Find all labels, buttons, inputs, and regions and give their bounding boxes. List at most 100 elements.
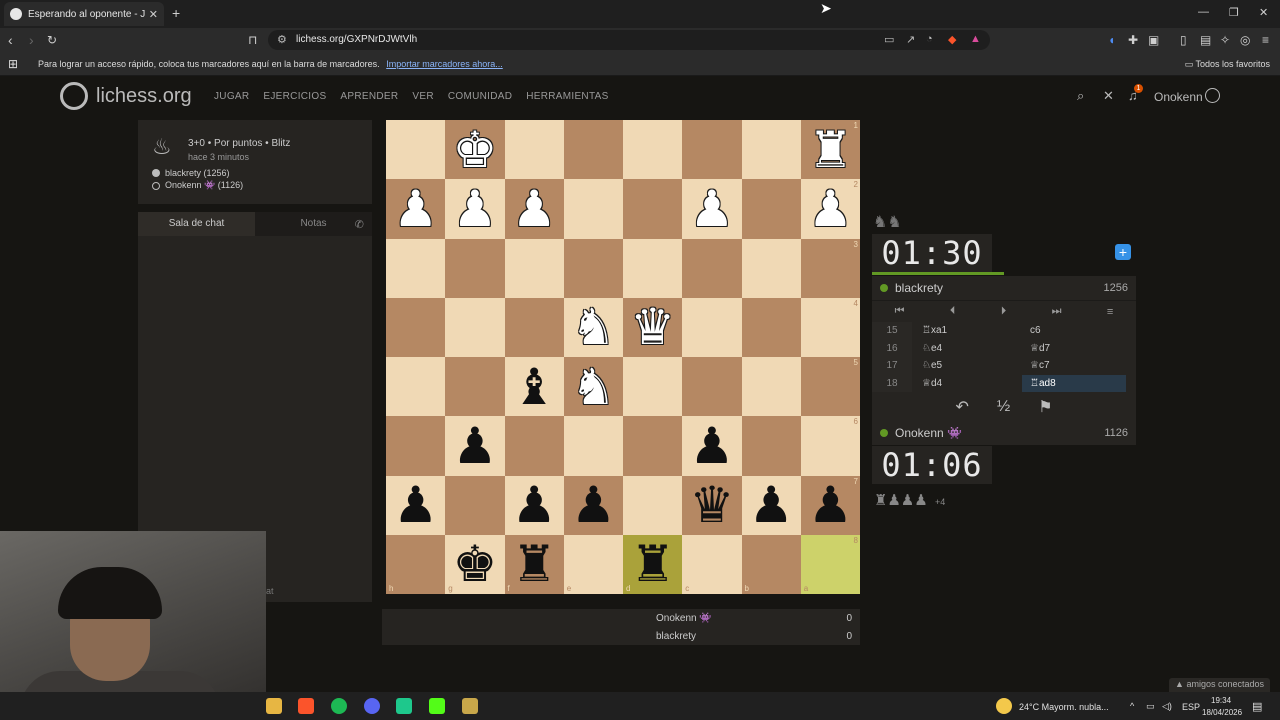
chat-input-hint[interactable]: at — [266, 586, 274, 596]
league-icon[interactable] — [462, 698, 478, 714]
board-square[interactable]: ♚ — [445, 120, 505, 180]
board-square[interactable]: b — [741, 534, 801, 594]
board-square[interactable] — [623, 357, 683, 417]
board-square[interactable]: 4 — [800, 297, 860, 357]
user-avatar-icon[interactable] — [1205, 88, 1220, 103]
board-square[interactable]: ♞ — [563, 297, 623, 357]
puzzle-icon[interactable]: ✚ — [1128, 33, 1138, 47]
reload-icon[interactable]: ↻ — [47, 33, 57, 47]
move-white[interactable]: ♖xa1 — [912, 325, 1022, 336]
nav-tools[interactable]: HERRAMIENTAS — [526, 91, 608, 102]
white-king-icon[interactable]: ♚ — [452, 125, 497, 175]
board-square[interactable]: ♟ — [741, 475, 801, 535]
board-square[interactable] — [623, 238, 683, 298]
board-square[interactable] — [386, 416, 446, 476]
forward-icon[interactable]: › — [29, 32, 34, 48]
new-tab-button[interactable]: + — [172, 5, 180, 21]
close-window-icon[interactable]: ✕ — [1259, 6, 1268, 19]
board-square[interactable]: ♟ — [386, 179, 446, 239]
x-icon[interactable]: ✕ — [1103, 88, 1114, 104]
board-square[interactable] — [623, 416, 683, 476]
black-queen-icon[interactable]: ♛ — [689, 480, 734, 530]
opponent-name[interactable]: blackrety — [895, 281, 943, 295]
white-pawn-icon[interactable]: ♟ — [808, 184, 853, 234]
black-bishop-icon[interactable]: ♝ — [512, 362, 557, 412]
board-square[interactable]: ♜ d — [623, 534, 683, 594]
move-black[interactable]: ♕c7 — [1022, 357, 1126, 375]
brave-rewards-icon[interactable]: ▲ — [970, 33, 981, 45]
weather-icon[interactable] — [996, 698, 1012, 714]
volume-icon[interactable]: ◁) — [1162, 701, 1172, 712]
discord-icon[interactable] — [364, 698, 380, 714]
leo-icon[interactable]: ✧ — [1220, 33, 1230, 47]
file-explorer-icon[interactable] — [266, 698, 282, 714]
my-name[interactable]: Onokenn 👾 — [895, 426, 962, 440]
tab-chat-room[interactable]: Sala de chat — [138, 212, 255, 236]
board-square[interactable] — [445, 297, 505, 357]
board-square[interactable]: ♟ — [504, 475, 564, 535]
black-rook-icon[interactable]: ♜ — [630, 539, 675, 589]
board-square[interactable] — [563, 238, 623, 298]
board-square[interactable]: ♟ 2 — [800, 179, 860, 239]
nav-play[interactable]: JUGAR — [214, 91, 249, 102]
share-icon[interactable]: ↗ — [906, 33, 915, 46]
app-icon[interactable] — [396, 698, 412, 714]
username[interactable]: Onokenn — [1154, 90, 1203, 104]
board-square[interactable] — [741, 238, 801, 298]
board-square[interactable] — [741, 416, 801, 476]
black-pawn-icon[interactable]: ♟ — [393, 480, 438, 530]
board-square[interactable] — [504, 120, 564, 180]
extension-icon[interactable]: ◖ — [1108, 33, 1115, 47]
back-icon[interactable]: ‹ — [8, 32, 13, 48]
voice-chat-icon[interactable]: ✆ — [355, 218, 364, 231]
menu-icon[interactable]: ≡ — [1262, 33, 1269, 47]
spotify-icon[interactable] — [331, 698, 347, 714]
move-black[interactable]: c6 — [1022, 322, 1126, 340]
board-square[interactable] — [445, 475, 505, 535]
board-square[interactable] — [682, 357, 742, 417]
board-square[interactable]: ♟ — [504, 179, 564, 239]
game-player-black[interactable]: blackrety (1256) — [152, 168, 230, 178]
board-square[interactable]: 6 — [800, 416, 860, 476]
brave-browser-icon[interactable] — [298, 698, 314, 714]
offer-draw-icon[interactable]: ½ — [997, 398, 1010, 416]
all-favorites-button[interactable]: ▭ Todos los favoritos — [1185, 59, 1270, 70]
first-move-icon[interactable]: ⏮ — [895, 305, 905, 318]
move-white[interactable]: ♘e4 — [912, 343, 1022, 354]
site-logo[interactable]: lichess.org — [60, 82, 192, 110]
board-square[interactable] — [563, 120, 623, 180]
board-square[interactable] — [682, 238, 742, 298]
black-pawn-icon[interactable]: ♟ — [452, 421, 497, 471]
board-square[interactable]: ♟ — [563, 475, 623, 535]
board-square[interactable] — [623, 179, 683, 239]
apps-grid-icon[interactable]: ⊞ — [8, 57, 18, 71]
url-bar[interactable]: ⚙ lichess.org/GXPNrDJWtVlh ▭ ↗ ◔ ◆ ▲ — [268, 30, 990, 50]
white-pawn-icon[interactable]: ♟ — [452, 184, 497, 234]
board-square[interactable] — [445, 357, 505, 417]
board-square[interactable]: e — [563, 534, 623, 594]
kick-icon[interactable] — [429, 698, 445, 714]
black-pawn-icon[interactable]: ♟ — [512, 480, 557, 530]
board-square[interactable] — [504, 238, 564, 298]
board-square[interactable] — [386, 238, 446, 298]
black-pawn-icon[interactable]: ♟ — [749, 480, 794, 530]
board-square[interactable]: 3 — [800, 238, 860, 298]
black-king-icon[interactable]: ♚ — [452, 539, 497, 589]
resign-flag-icon[interactable]: ⚑ — [1038, 397, 1052, 417]
board-square[interactable]: ♟ 7 — [800, 475, 860, 535]
board-square[interactable] — [386, 357, 446, 417]
brave-shield-icon[interactable]: ◆ — [948, 33, 956, 46]
board-square[interactable]: ♟ — [682, 179, 742, 239]
hamburger-menu-icon[interactable]: ≡ — [1107, 306, 1113, 318]
board-square[interactable] — [741, 179, 801, 239]
next-move-icon[interactable]: ⏵ — [1001, 305, 1007, 318]
board-square[interactable]: ♟ — [682, 416, 742, 476]
weather-text[interactable]: 24°C Mayorm. nubla... — [1019, 702, 1109, 712]
chess-board[interactable]: ♚ ♜ 1 ♟ ♟ ♟ ♟ ♟ 2 3 ♞ ♛ 4 ♝ ♞ 5 ♟ ♟ 6 ♟ ♟ ♟ ♛ ♟ ♟ 7 h ♚ g ♜ f e ♜ d c b 8 a — [386, 120, 860, 594]
vpn-icon[interactable]: ◎ — [1240, 33, 1250, 47]
black-pawn-icon[interactable]: ♟ — [571, 480, 616, 530]
board-square[interactable]: ♟ — [445, 416, 505, 476]
board-square[interactable]: ♜ 1 — [800, 120, 860, 180]
nav-learn[interactable]: APRENDER — [340, 91, 398, 102]
nav-puzzles[interactable]: EJERCICIOS — [263, 91, 326, 102]
